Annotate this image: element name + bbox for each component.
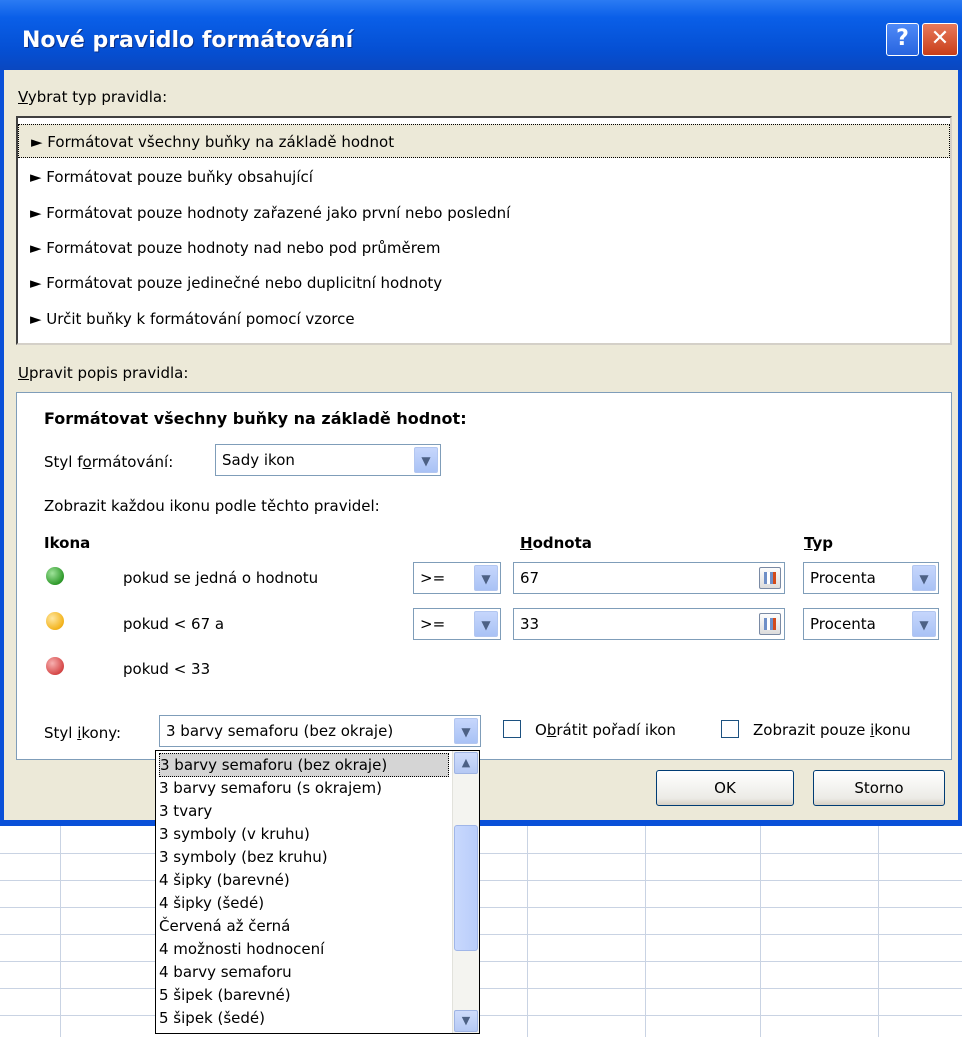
column-type-header: Typ: [804, 534, 833, 552]
scroll-up-icon[interactable]: ▲: [454, 752, 478, 774]
icon-style-dropdown-list[interactable]: 3 barvy semaforu (bez okraje) 3 barvy se…: [155, 750, 480, 1034]
help-button[interactable]: ?: [886, 23, 919, 56]
dropdown-option[interactable]: 3 barvy semaforu (s okrajem): [159, 776, 449, 800]
rule-description-label: Upravit popis pravidla:: [18, 364, 189, 382]
chevron-down-icon[interactable]: ▼: [454, 718, 478, 744]
dropdown-option[interactable]: Červená až černá: [159, 914, 449, 938]
rule-type-item[interactable]: ► Formátovat všechny buňky na základě ho…: [18, 124, 950, 158]
chevron-down-icon[interactable]: ▼: [474, 611, 498, 637]
dropdown-option[interactable]: 4 barvy semaforu: [159, 960, 449, 984]
rule-type-item[interactable]: ► Formátovat pouze jedinečné nebo duplic…: [18, 266, 950, 300]
grid-line: [760, 826, 761, 1037]
grid-line: [878, 826, 879, 1037]
column-icon-header: Ikona: [44, 534, 91, 552]
cell-reference-icon[interactable]: [759, 567, 781, 589]
value-input[interactable]: 33: [513, 608, 785, 640]
rule-heading: Formátovat všechny buňky na základě hodn…: [44, 409, 467, 428]
dropdown-option[interactable]: 3 symboly (bez kruhu): [159, 845, 449, 869]
dialog-body: Vybrat typ pravidla: ► Formátovat všechn…: [4, 70, 958, 820]
reverse-icon-order-label[interactable]: Obrátit pořadí ikon: [535, 721, 676, 739]
grid-line: [0, 934, 962, 935]
dropdown-scrollbar[interactable]: ▲ ▼: [452, 751, 479, 1033]
format-style-select[interactable]: Sady ikon ▼: [215, 444, 441, 476]
dropdown-option[interactable]: 4 šipky (barevné): [159, 868, 449, 892]
ok-button[interactable]: OK: [656, 770, 794, 806]
value-input[interactable]: 67: [513, 562, 785, 594]
yellow-circle-icon: [46, 612, 64, 630]
title-bar[interactable]: Nové pravidlo formátování ? ✕: [0, 0, 962, 70]
dropdown-option[interactable]: 4 možnosti hodnocení: [159, 937, 449, 961]
rule-type-item[interactable]: ► Formátovat pouze hodnoty zařazené jako…: [18, 196, 950, 230]
icon-style-value: 3 barvy semaforu (bez okraje): [166, 722, 394, 740]
grid-line: [0, 988, 962, 989]
scrollbar-thumb[interactable]: [454, 825, 478, 951]
grid-line: [645, 826, 646, 1037]
grid-line: [0, 1015, 962, 1016]
column-value-header: Hodnota: [520, 534, 592, 552]
grid-line: [527, 826, 528, 1037]
dropdown-option[interactable]: 3 tvary: [159, 799, 449, 823]
format-style-label: Styl formátování:: [44, 453, 174, 471]
icon-style-label: Styl ikony:: [44, 724, 122, 742]
dropdown-option[interactable]: 3 barvy semaforu (bez okraje): [159, 753, 449, 777]
show-each-icon-label: Zobrazit každou ikonu podle těchto pravi…: [44, 497, 380, 515]
green-circle-icon: [46, 567, 64, 585]
reverse-icon-order-checkbox[interactable]: [503, 720, 521, 738]
rule-type-item[interactable]: ► Určit buňky k formátování pomocí vzorc…: [18, 302, 950, 336]
cancel-button[interactable]: Storno: [813, 770, 945, 806]
chevron-down-icon[interactable]: ▼: [912, 565, 936, 591]
type-select[interactable]: Procenta ▼: [803, 608, 939, 640]
chevron-down-icon[interactable]: ▼: [912, 611, 936, 637]
format-style-value: Sady ikon: [222, 451, 295, 469]
dropdown-option[interactable]: 4 šipky (šedé): [159, 891, 449, 915]
red-circle-icon: [46, 657, 64, 675]
close-button[interactable]: ✕: [922, 23, 958, 56]
rule-type-item[interactable]: ► Formátovat pouze buňky obsahující: [18, 160, 950, 194]
chevron-down-icon[interactable]: ▼: [414, 447, 438, 473]
rule-type-list[interactable]: ► Formátovat všechny buňky na základě ho…: [16, 116, 952, 345]
close-icon: ✕: [930, 26, 950, 51]
help-icon: ?: [896, 26, 909, 51]
grid-line: [0, 853, 962, 854]
condition-label: pokud < 67 a: [123, 615, 225, 633]
spreadsheet-background: [0, 826, 962, 1037]
show-icon-only-label[interactable]: Zobrazit pouze ikonu: [753, 721, 911, 739]
scroll-down-icon[interactable]: ▼: [454, 1010, 478, 1032]
icon-style-select[interactable]: 3 barvy semaforu (bez okraje) ▼: [159, 715, 481, 747]
dropdown-option[interactable]: 3 symboly (v kruhu): [159, 822, 449, 846]
operator-select[interactable]: >= ▼: [413, 562, 501, 594]
grid-line: [0, 961, 962, 962]
operator-select[interactable]: >= ▼: [413, 608, 501, 640]
dialog-title: Nové pravidlo formátování: [22, 28, 354, 53]
show-icon-only-checkbox[interactable]: [721, 720, 739, 738]
rule-type-label: Vybrat typ pravidla:: [18, 88, 168, 106]
grid-line: [0, 880, 962, 881]
type-select[interactable]: Procenta ▼: [803, 562, 939, 594]
grid-line: [60, 826, 61, 1037]
cell-reference-icon[interactable]: [759, 613, 781, 635]
dropdown-option[interactable]: 5 šipek (barevné): [159, 983, 449, 1007]
dropdown-option[interactable]: 5 šipek (šedé): [159, 1006, 449, 1030]
new-formatting-rule-dialog: Nové pravidlo formátování ? ✕ Vybrat typ…: [0, 0, 962, 826]
condition-label: pokud se jedná o hodnotu: [123, 569, 319, 587]
chevron-down-icon[interactable]: ▼: [474, 565, 498, 591]
rule-type-item[interactable]: ► Formátovat pouze hodnoty nad nebo pod …: [18, 231, 950, 265]
rule-description-panel: Formátovat všechny buňky na základě hodn…: [16, 392, 952, 760]
grid-line: [0, 907, 962, 908]
condition-label: pokud < 33: [123, 660, 211, 678]
